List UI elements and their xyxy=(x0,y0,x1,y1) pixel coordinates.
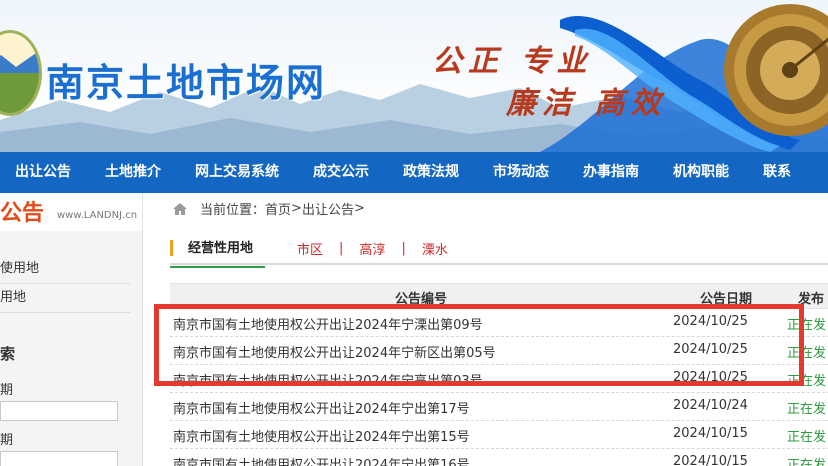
table-row: 南京市国有土地使用权公开出让2024年宁高出第03号 2024/10/25 正在… xyxy=(170,365,828,393)
announcement-table: 公告编号 公告日期 发布 南京市国有土地使用权公开出让2024年宁溧出第09号 … xyxy=(170,283,828,466)
tab-lishui[interactable]: 溧水 xyxy=(406,239,464,258)
table-row: 南京市国有土地使用权公开出让2024年宁出第15号 2024/10/15 正在发 xyxy=(170,421,828,449)
sidebar-category-list: 使用地 用地 xyxy=(0,255,130,313)
sidebar-site-url: www.LANDNJ.cn xyxy=(57,210,138,221)
announcement-date: 2024/10/25 xyxy=(673,342,748,357)
sidebar-search-title: 索 xyxy=(0,345,16,363)
announcement-date: 2024/10/15 xyxy=(673,426,748,441)
breadcrumb-current-link[interactable]: 出让公告 xyxy=(302,199,354,218)
nav-item-guide[interactable]: 办事指南 xyxy=(566,152,656,193)
end-date-input[interactable] xyxy=(0,451,118,466)
announcement-date: 2024/10/25 xyxy=(673,370,748,385)
category-tabs: 经营性用地 市区 | 高淳 | 溧水 xyxy=(169,233,828,268)
tab-gaochun[interactable]: 高淳 xyxy=(343,239,401,258)
breadcrumb: 当前位置： 首页 > 出让公告 > xyxy=(172,199,365,218)
announcement-status: 正在发 xyxy=(787,402,827,417)
slogan-line-1: 公正 专业 xyxy=(432,44,593,79)
header-number: 公告编号 xyxy=(395,292,448,307)
sidebar-item-commercial-land[interactable]: 使用地 xyxy=(0,255,130,284)
table-row: 南京市国有土地使用权公开出让2024年宁溧出第09号 2024/10/25 正在… xyxy=(170,309,828,337)
sidebar-item-industrial-land[interactable]: 用地 xyxy=(0,284,130,313)
nav-item-announcements[interactable]: 出让公告 xyxy=(0,152,88,193)
nav-item-organization[interactable]: 机构职能 xyxy=(656,152,746,193)
announcement-title-link[interactable]: 南京市国有土地使用权公开出让2024年宁出第16号 xyxy=(173,454,470,466)
breadcrumb-suffix: > xyxy=(353,201,365,216)
breadcrumb-separator: > xyxy=(291,201,302,216)
header-banner: 南京土地市场网 公正 专业 廉洁 高效 xyxy=(0,0,828,152)
table-header: 公告编号 公告日期 发布 xyxy=(170,283,828,309)
announcement-date: 2024/10/24 xyxy=(673,398,748,413)
main-nav: 出让公告 土地推介 网上交易系统 成交公示 政策法规 市场动态 办事指南 机构职… xyxy=(0,152,828,193)
nav-item-land-promotion[interactable]: 土地推介 xyxy=(88,152,178,193)
table-row: 南京市国有土地使用权公开出让2024年宁新区出第05号 2024/10/25 正… xyxy=(170,337,828,365)
announcement-date: 2024/10/25 xyxy=(673,314,748,329)
start-date-label: 期 xyxy=(0,383,14,398)
left-sidebar: 公告 www.LANDNJ.cn 使用地 用地 索 期 期 xyxy=(0,193,143,466)
announcement-date: 2024/10/15 xyxy=(673,454,748,466)
sundial-compass-graphic xyxy=(724,4,828,136)
announcement-status: 正在发 xyxy=(787,318,827,333)
nav-item-market-news[interactable]: 市场动态 xyxy=(476,152,566,193)
breadcrumb-home-link[interactable]: 首页 xyxy=(265,199,291,218)
header-status: 发布 xyxy=(798,292,825,307)
home-icon[interactable] xyxy=(172,202,188,216)
nav-item-contact[interactable]: 联系 xyxy=(746,152,808,193)
announcement-status: 正在发 xyxy=(787,346,827,361)
tab-commercial-land[interactable]: 经营性用地 xyxy=(169,237,266,268)
main-content: 当前位置： 首页 > 出让公告 > 经营性用地 市区 | 高淳 | 溧水 公告编… xyxy=(155,193,828,466)
header-date: 公告日期 xyxy=(700,292,753,307)
tab-city[interactable]: 市区 xyxy=(281,239,339,258)
sidebar-header: 公告 www.LANDNJ.cn xyxy=(0,193,142,231)
start-date-input[interactable] xyxy=(0,401,118,421)
nav-item-policies[interactable]: 政策法规 xyxy=(386,152,476,193)
nav-item-online-trading[interactable]: 网上交易系统 xyxy=(178,152,296,193)
announcement-title-link[interactable]: 南京市国有土地使用权公开出让2024年宁溧出第09号 xyxy=(173,314,483,333)
site-title: 南京土地市场网 xyxy=(46,61,327,105)
announcement-title-link[interactable]: 南京市国有土地使用权公开出让2024年宁出第17号 xyxy=(173,398,470,417)
announcement-title-link[interactable]: 南京市国有土地使用权公开出让2024年宁高出第03号 xyxy=(173,370,483,389)
end-date-label: 期 xyxy=(0,433,14,448)
slogan-line-2: 廉洁 高效 xyxy=(506,86,667,121)
table-row: 南京市国有土地使用权公开出让2024年宁出第17号 2024/10/24 正在发 xyxy=(170,393,828,421)
announcement-title-link[interactable]: 南京市国有土地使用权公开出让2024年宁新区出第05号 xyxy=(173,342,496,361)
breadcrumb-prefix: 当前位置： xyxy=(200,203,266,218)
announcement-status: 正在发 xyxy=(787,374,827,389)
announcement-status: 正在发 xyxy=(787,430,827,445)
announcement-status: 正在发 xyxy=(787,458,827,466)
nav-item-deal-publicity[interactable]: 成交公示 xyxy=(296,152,386,193)
tab-accent-bar xyxy=(170,240,173,256)
table-row: 南京市国有土地使用权公开出让2024年宁出第16号 2024/10/15 正在发 xyxy=(170,449,828,466)
announcement-title-link[interactable]: 南京市国有土地使用权公开出让2024年宁出第15号 xyxy=(173,426,470,445)
sidebar-title: 公告 xyxy=(0,201,45,226)
